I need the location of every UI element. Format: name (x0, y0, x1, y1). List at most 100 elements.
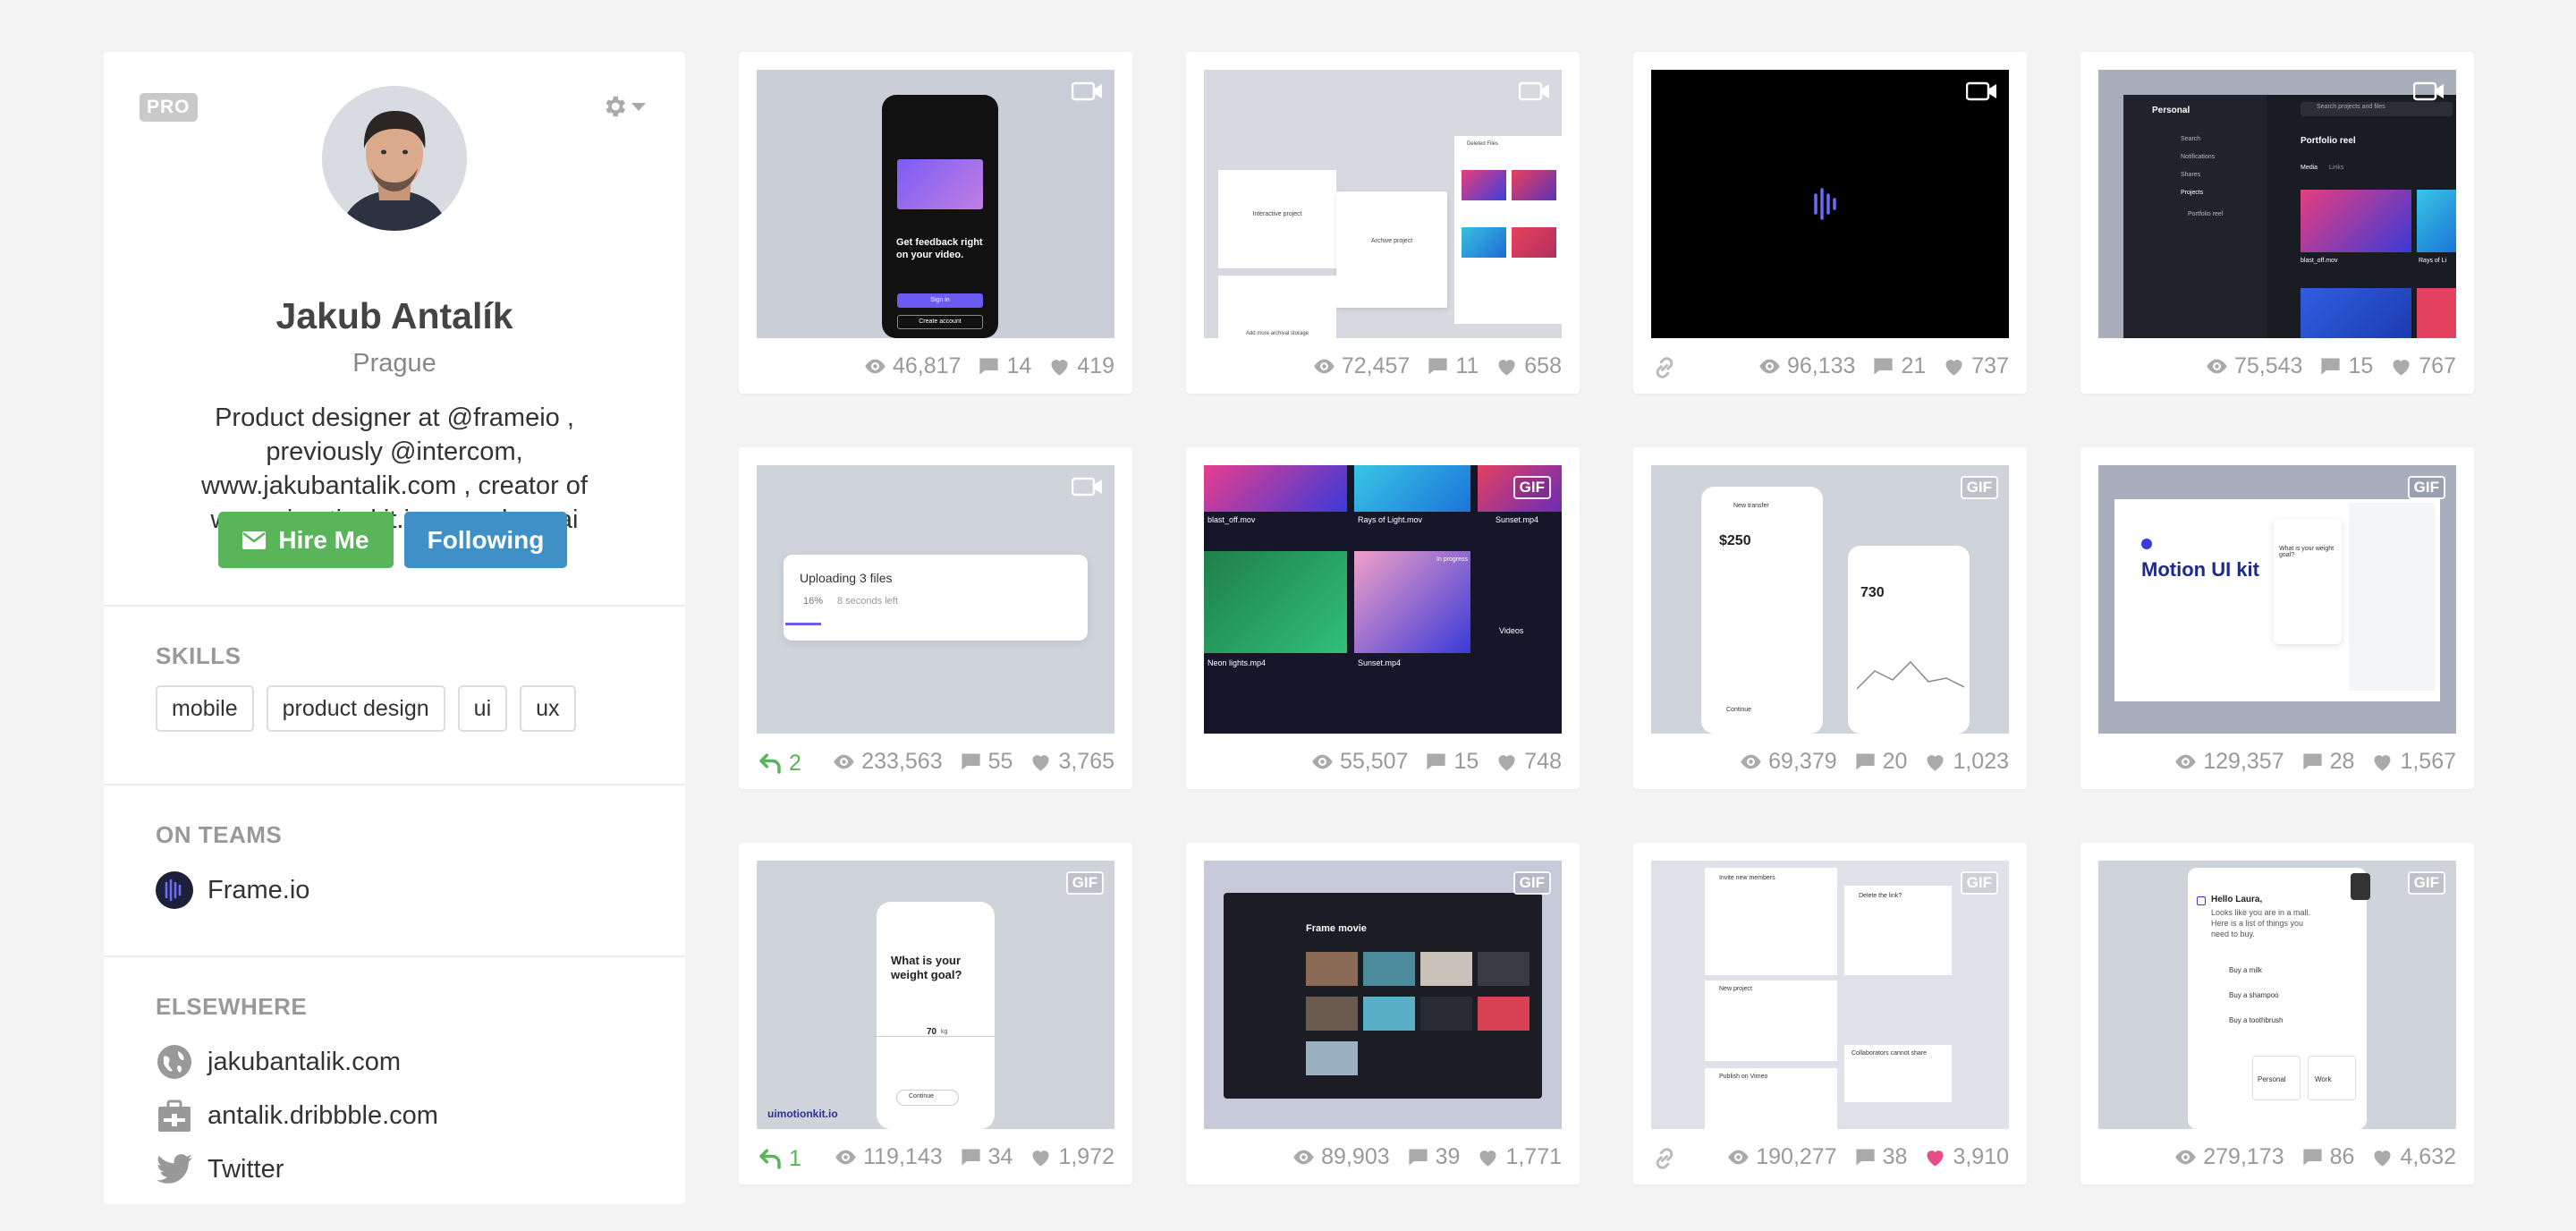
dribbble-link[interactable]: antalik.dribbble.com (156, 1097, 438, 1134)
following-button[interactable]: Following (404, 512, 567, 568)
shot-stats: 279,173 86 4,632 (2080, 1129, 2474, 1184)
heart-icon (2374, 754, 2391, 771)
likes-stat[interactable]: 1,023 (1923, 749, 2009, 775)
views-count: 190,277 (1756, 1143, 1837, 1169)
comments-stat[interactable]: 15 (1424, 749, 1479, 775)
comments-stat[interactable]: 20 (1853, 749, 1907, 775)
comments-stat[interactable]: 11 (1426, 353, 1479, 379)
shot-thumbnail[interactable]: Motion UI kit What is your weight goal? … (2098, 465, 2456, 734)
shot-thumbnail[interactable]: Uploading 3 files 16% 8 seconds left (757, 465, 1114, 734)
shot-card: Personal Search Notifications Shares Pro… (2080, 52, 2474, 394)
likes-stat[interactable]: 748 (1495, 749, 1562, 775)
shot-text: Sunset.mp4 (1358, 658, 1402, 667)
shot-thumbnail[interactable]: Personal Search Notifications Shares Pro… (2098, 70, 2456, 338)
comments-stat[interactable]: 28 (2301, 748, 2355, 775)
shot-text: Buy a toothbrush (2229, 1016, 2284, 1024)
skill-tag[interactable]: ui (457, 685, 508, 732)
comments-stat[interactable]: 21 (1871, 353, 1926, 379)
eye-icon (1312, 754, 1333, 768)
hire-me-button[interactable]: Hire Me (218, 512, 394, 568)
shot-thumbnail[interactable]: Interactive project Archive project Add … (1204, 70, 1562, 338)
shot-stats: 129,357 28 1,567 (2080, 734, 2474, 789)
shot-stats: 69,379 20 1,023 (1633, 734, 2027, 789)
eye-icon (1741, 754, 1761, 768)
shot-thumbnail[interactable] (1651, 70, 2009, 338)
likes-stat[interactable]: 737 (1942, 353, 2009, 379)
comments-count: 15 (1453, 748, 1479, 774)
comments-stat[interactable]: 38 (1853, 1143, 1908, 1170)
comments-count: 28 (2329, 748, 2355, 774)
comments-stat[interactable]: 86 (2301, 1144, 2354, 1170)
shot-text: Buy a shampoo (2229, 991, 2279, 999)
comments-stat[interactable]: 55 (959, 749, 1013, 775)
shot-text: Archive project (1370, 238, 1413, 244)
shot-text: Delete the link? (1859, 893, 1902, 899)
eye-icon (865, 359, 886, 373)
likes-stat[interactable]: 1,567 (2370, 749, 2456, 775)
shot-text: Create account (897, 315, 983, 329)
comments-stat[interactable]: 14 (977, 353, 1031, 379)
likes-count: 1,771 (1505, 1143, 1562, 1169)
website-link[interactable]: jakubantalik.com (156, 1043, 401, 1081)
likes-stat[interactable]: 3,910 (1923, 1144, 2009, 1170)
comments-count: 38 (1882, 1143, 1908, 1169)
likes-stat[interactable]: 419 (1047, 353, 1114, 379)
shot-text: Notifications (2181, 154, 2216, 160)
shot-thumbnail[interactable]: Get feedback right on your video. Sign i… (757, 70, 1114, 338)
likes-stat[interactable]: 4,632 (2370, 1144, 2456, 1170)
shot-text: Deleted Files (1467, 141, 1499, 147)
shot-text: New project (1719, 986, 1752, 992)
twitter-link[interactable]: Twitter (156, 1150, 284, 1188)
eye-icon (1314, 359, 1335, 373)
shot-card: Invite new members Delete the link? New … (1633, 843, 2027, 1184)
likes-count: 1,567 (2400, 748, 2456, 774)
eye-icon (1759, 359, 1780, 373)
gif-badge: GIF (1513, 476, 1551, 499)
heart-icon (1927, 754, 1944, 771)
comments-stat[interactable]: 39 (1406, 1144, 1460, 1170)
gif-badge: GIF (2407, 871, 2445, 895)
shot-text: Portfolio reel (2301, 136, 2356, 146)
shot-text: Looks like you are in a mall. Here is a … (2211, 908, 2311, 938)
shot-thumbnail[interactable]: What is your weight goal? 70 kg Continue… (757, 861, 1114, 1129)
shot-text: blast_off.mov (2301, 258, 2338, 264)
likes-stat[interactable]: 3,765 (1029, 749, 1114, 775)
skill-tag[interactable]: product design (266, 685, 445, 732)
likes-count: 737 (1971, 352, 2009, 378)
views-stat: 279,173 (2174, 1144, 2284, 1170)
comment-icon (1428, 358, 1447, 374)
heart-icon (1032, 754, 1049, 771)
avatar[interactable] (322, 86, 467, 231)
profile-name: Jakub Antalík (275, 295, 513, 336)
video-icon (1072, 477, 1102, 497)
views-count: 129,357 (2203, 748, 2284, 774)
likes-stat[interactable]: 1,771 (1476, 1144, 1562, 1170)
likes-count: 3,910 (1953, 1143, 2009, 1169)
views-count: 89,903 (1321, 1143, 1390, 1169)
comments-stat[interactable]: 34 (959, 1144, 1013, 1170)
eye-icon (2175, 1150, 2196, 1164)
likes-stat[interactable]: 767 (2389, 353, 2456, 379)
shot-text: Publish on Vimeo (1719, 1074, 1768, 1080)
following-label: Following (427, 525, 545, 554)
shot-text: In progress (1436, 556, 1469, 563)
shot-stats: 75,543 15 767 (2080, 338, 2474, 394)
heart-icon (2374, 1150, 2391, 1167)
shot-thumbnail[interactable]: Hello Laura, Looks like you are in a mal… (2098, 861, 2456, 1129)
settings-menu[interactable] (601, 91, 649, 122)
heart-icon (2393, 359, 2410, 376)
likes-stat[interactable]: 658 (1495, 353, 1562, 379)
skill-tag[interactable]: ux (520, 685, 576, 732)
shot-thumbnail[interactable]: New transfer $250 Continue 730 GIF (1651, 465, 2009, 734)
heart-icon (1945, 359, 1962, 376)
shot-thumbnail[interactable]: Invite new members Delete the link? New … (1651, 861, 2009, 1129)
shot-thumbnail[interactable]: Frame movie GIF (1204, 861, 1562, 1129)
likes-stat[interactable]: 1,972 (1029, 1144, 1114, 1170)
views-count: 119,143 (863, 1143, 943, 1169)
frameio-logo-icon (156, 871, 193, 909)
comments-stat[interactable]: 15 (2318, 353, 2373, 379)
views-count: 96,133 (1787, 352, 1856, 378)
shot-thumbnail[interactable]: blast_off.mov Rays of Light.mov Sunset.m… (1204, 465, 1562, 734)
skill-tag[interactable]: mobile (156, 685, 254, 732)
team-frameio[interactable]: Frame.io (156, 871, 309, 909)
